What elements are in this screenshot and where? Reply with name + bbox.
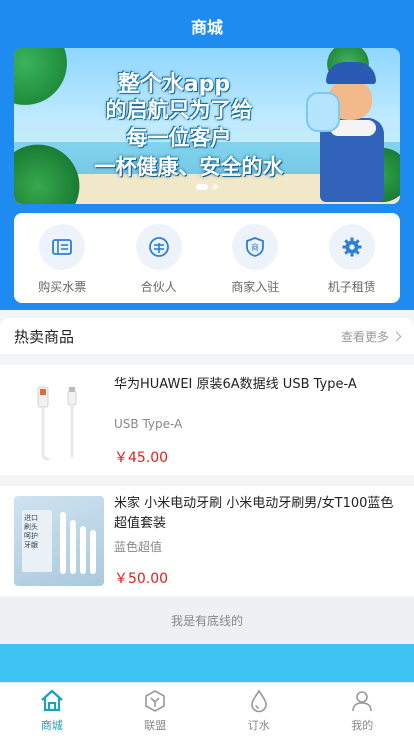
banner-pagination: [14, 175, 400, 194]
category-label: 商家入驻: [231, 280, 280, 294]
category-buy-water-ticket[interactable]: 购买水票: [14, 213, 111, 303]
home-icon: [38, 687, 66, 715]
tab-label: 订水: [247, 719, 270, 732]
banner-line-2: 的启航只为了给: [105, 98, 253, 122]
product-spec: 蓝色超值: [114, 540, 163, 554]
tab-mine[interactable]: 我的: [311, 683, 414, 736]
palm-leaf-decoration: [14, 48, 74, 112]
alliance-icon: [141, 687, 169, 715]
product-name: 米家 小米电动牙刷 小米电动牙刷男/女T100蓝色超值套装: [114, 496, 394, 531]
pagination-dot[interactable]: [212, 184, 218, 190]
merchant-shield-icon: 商: [232, 224, 279, 270]
product-price: ￥45.00: [114, 450, 169, 466]
bottom-tab-bar: 商城 联盟 订水 我的: [0, 682, 414, 736]
partner-coin-icon: [135, 224, 182, 270]
chevron-right-icon: [391, 331, 402, 342]
product-name: 华为HUAWEI 原装6A数据线 USB Type-A: [114, 377, 357, 392]
category-label: 合伙人: [140, 280, 177, 294]
tab-label: 我的: [351, 719, 374, 732]
product-image-toothbrush: 进口 刷头 呵护 牙龈: [14, 496, 104, 586]
category-label: 购买水票: [38, 280, 87, 294]
category-label: 机子租赁: [327, 280, 376, 294]
tab-order-water[interactable]: 订水: [207, 683, 311, 736]
water-drop-icon: [245, 687, 273, 715]
view-more-label: 查看更多: [340, 330, 389, 344]
page-title: 商城: [190, 18, 223, 37]
tab-mall[interactable]: 商城: [0, 683, 104, 736]
ticket-icon: [39, 224, 86, 270]
category-menu: 购买水票 合伙人 商 商家入驻 机子租赁: [14, 213, 400, 303]
category-machine-rental[interactable]: 机子租赁: [304, 213, 401, 303]
view-more-link[interactable]: 查看更多: [340, 328, 402, 345]
gear-icon: [328, 224, 375, 270]
footer-band: [0, 644, 414, 682]
category-partner[interactable]: 合伙人: [111, 213, 208, 303]
product-card[interactable]: 进口 刷头 呵护 牙龈 米家 小米电动牙刷 小米电动牙刷男/女T100蓝色超值套装 蓝…: [0, 486, 414, 596]
tab-label: 商城: [40, 719, 63, 732]
tab-label: 联盟: [144, 719, 167, 732]
category-merchant-join[interactable]: 商 商家入驻: [207, 213, 304, 303]
product-price: ￥50.00: [114, 571, 169, 587]
section-title: 热卖商品: [14, 328, 75, 346]
hot-products-header: 热卖商品 查看更多: [0, 318, 414, 354]
tab-alliance[interactable]: 联盟: [104, 683, 208, 736]
banner-line-3: 每一位客户: [126, 126, 232, 150]
user-icon: [348, 687, 376, 715]
product-spec: USB Type-A: [114, 417, 183, 431]
product-image-usb-cable: [14, 375, 104, 465]
list-end-text: 我是有底线的: [0, 598, 414, 644]
promo-banner[interactable]: 整个水app 的启航只为了给 每一位客户 一杯健康、安全的水: [14, 48, 400, 204]
svg-text:商: 商: [251, 242, 259, 252]
product-card[interactable]: 华为HUAWEI 原装6A数据线 USB Type-A USB Type-A ￥…: [0, 365, 414, 475]
pagination-dot-active[interactable]: [196, 184, 208, 190]
